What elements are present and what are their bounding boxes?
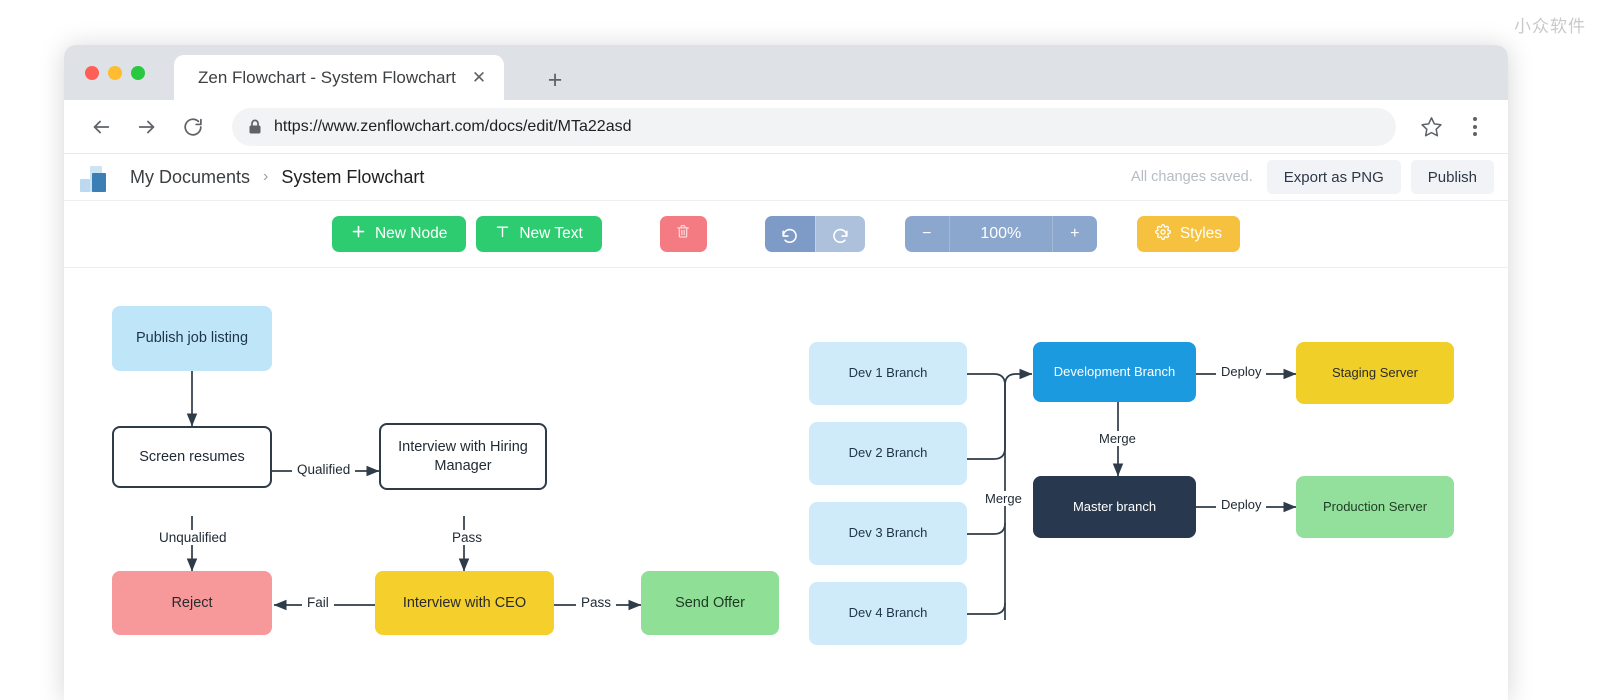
node-master-branch[interactable]: Master branch	[1033, 476, 1196, 538]
new-node-button[interactable]: New Node	[332, 216, 466, 252]
edge-label-pass-hiring-manager: Pass	[447, 530, 487, 545]
undo-button[interactable]	[765, 216, 815, 252]
flowchart-canvas[interactable]: Publish job listing Screen resumes Inter…	[64, 268, 1508, 700]
node-label: Publish job listing	[136, 329, 248, 347]
node-dev-1-branch[interactable]: Dev 1 Branch	[809, 342, 967, 405]
tab-title: Zen Flowchart - System Flowchart	[174, 68, 464, 88]
edge-label-merge-dev-branches: Merge	[980, 491, 1027, 506]
address-bar[interactable]: https://www.zenflowchart.com/docs/edit/M…	[232, 108, 1396, 146]
node-label: Staging Server	[1332, 365, 1418, 381]
plus-icon[interactable]: +	[542, 67, 568, 93]
edge-label-fail: Fail	[302, 595, 334, 610]
zoom-controls: − 100% +	[905, 216, 1097, 252]
history-controls	[765, 216, 865, 252]
edge-label-qualified: Qualified	[292, 462, 355, 477]
arrow-left-icon[interactable]	[82, 108, 120, 146]
maximize-window-button[interactable]	[131, 66, 145, 80]
new-node-label: New Node	[375, 225, 447, 243]
redo-button[interactable]	[815, 216, 865, 252]
node-production-server[interactable]: Production Server	[1296, 476, 1454, 538]
node-send-offer[interactable]: Send Offer	[641, 571, 779, 635]
zoom-out-button[interactable]: −	[905, 216, 949, 252]
edge-label-deploy-production: Deploy	[1216, 497, 1266, 512]
breadcrumb-current-document[interactable]: System Flowchart	[281, 167, 424, 188]
flowchart-connectors	[64, 268, 1508, 700]
styles-label: Styles	[1180, 225, 1222, 243]
breadcrumb-separator: ›	[263, 168, 268, 186]
browser-tab-strip: Zen Flowchart - System Flowchart ✕ +	[64, 45, 1508, 100]
node-label: Master branch	[1073, 499, 1156, 515]
node-reject[interactable]: Reject	[112, 571, 272, 635]
close-window-button[interactable]	[85, 66, 99, 80]
zoom-level-display[interactable]: 100%	[949, 216, 1053, 252]
export-as-png-button[interactable]: Export as PNG	[1267, 160, 1401, 194]
browser-toolbar: https://www.zenflowchart.com/docs/edit/M…	[64, 100, 1508, 153]
app-header: My Documents › System Flowchart All chan…	[64, 153, 1508, 201]
plus-icon	[351, 224, 366, 244]
node-publish-job-listing[interactable]: Publish job listing	[112, 306, 272, 371]
edge-label-merge-development-to-master: Merge	[1094, 431, 1141, 446]
close-icon[interactable]: ✕	[464, 63, 494, 93]
publish-button[interactable]: Publish	[1411, 160, 1494, 194]
node-label: Development Branch	[1054, 364, 1175, 380]
url-text: https://www.zenflowchart.com/docs/edit/M…	[274, 118, 632, 136]
node-label: Dev 3 Branch	[849, 525, 928, 541]
delete-button[interactable]	[660, 216, 707, 252]
text-t-icon	[495, 224, 510, 244]
node-development-branch[interactable]: Development Branch	[1033, 342, 1196, 402]
window-controls	[85, 66, 145, 80]
node-label: Screen resumes	[139, 448, 245, 466]
node-staging-server[interactable]: Staging Server	[1296, 342, 1454, 404]
node-label: Reject	[171, 594, 212, 612]
minimize-window-button[interactable]	[108, 66, 122, 80]
node-dev-4-branch[interactable]: Dev 4 Branch	[809, 582, 967, 645]
reload-icon[interactable]	[174, 108, 212, 146]
arrow-right-icon[interactable]	[128, 108, 166, 146]
edge-label-pass-ceo: Pass	[576, 595, 616, 610]
star-icon[interactable]	[1412, 108, 1450, 146]
zen-flowchart-logo[interactable]	[80, 162, 116, 192]
kebab-menu-icon[interactable]	[1460, 108, 1490, 146]
node-interview-hiring-manager[interactable]: Interview with Hiring Manager	[379, 423, 547, 490]
watermark: 小众软件	[1514, 12, 1586, 37]
breadcrumb-my-documents[interactable]: My Documents	[130, 167, 250, 188]
gear-icon	[1155, 224, 1171, 245]
node-label: Dev 4 Branch	[849, 605, 928, 621]
node-dev-2-branch[interactable]: Dev 2 Branch	[809, 422, 967, 485]
node-label: Send Offer	[675, 594, 745, 612]
lock-icon	[246, 119, 264, 135]
node-dev-3-branch[interactable]: Dev 3 Branch	[809, 502, 967, 565]
new-text-button[interactable]: New Text	[476, 216, 601, 252]
new-text-label: New Text	[519, 225, 582, 243]
browser-window: Zen Flowchart - System Flowchart ✕ + htt…	[64, 45, 1508, 700]
node-interview-ceo[interactable]: Interview with CEO	[375, 571, 554, 635]
save-status: All changes saved.	[1131, 169, 1253, 185]
node-label: Interview with Hiring Manager	[391, 438, 535, 474]
node-label: Production Server	[1323, 499, 1427, 515]
trash-icon	[675, 223, 691, 245]
edge-label-unqualified: Unqualified	[154, 530, 232, 545]
screenshot-root: 小众软件 Zen Flowchart - System Flowchart ✕ …	[0, 0, 1608, 700]
edge-label-deploy-staging: Deploy	[1216, 364, 1266, 379]
node-label: Dev 2 Branch	[849, 445, 928, 461]
styles-button[interactable]: Styles	[1137, 216, 1240, 252]
browser-tab[interactable]: Zen Flowchart - System Flowchart ✕	[174, 55, 504, 100]
zoom-in-button[interactable]: +	[1053, 216, 1097, 252]
node-label: Dev 1 Branch	[849, 365, 928, 381]
node-label: Interview with CEO	[403, 594, 526, 612]
node-screen-resumes[interactable]: Screen resumes	[112, 426, 272, 488]
editor-toolbar: New Node New Text	[64, 201, 1508, 268]
app-header-actions: All changes saved. Export as PNG Publish	[1131, 160, 1494, 194]
